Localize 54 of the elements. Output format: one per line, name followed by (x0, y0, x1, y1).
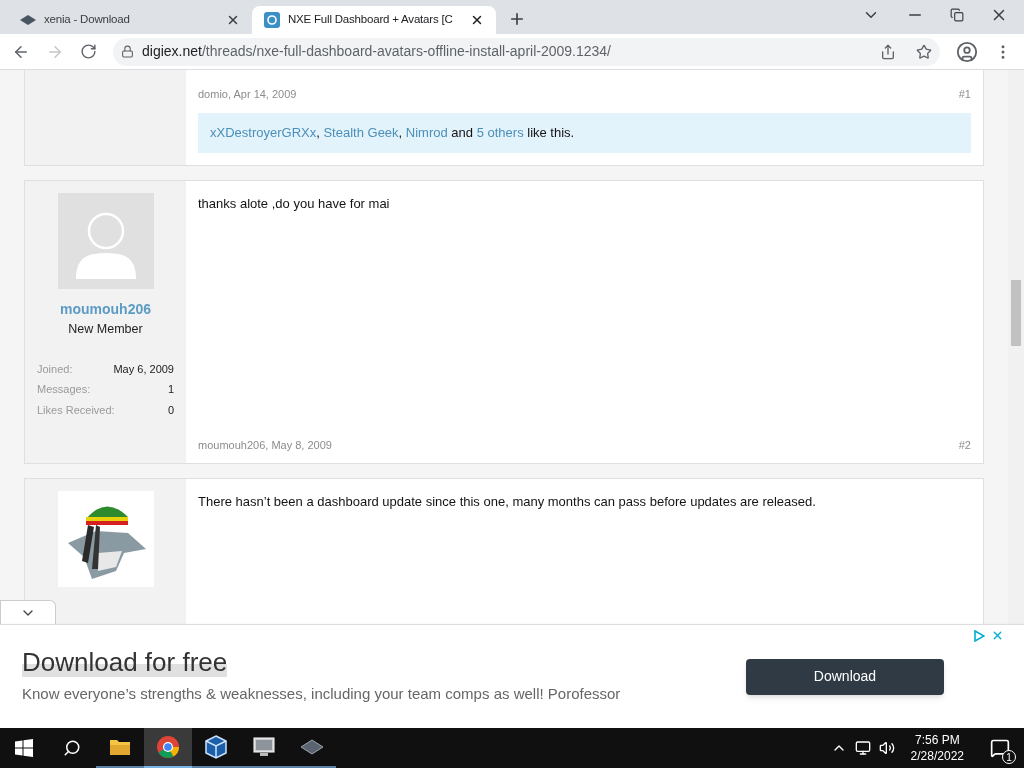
close-icon[interactable] (226, 13, 240, 27)
url-text: digiex.net/threads/nxe-full-dashboard-avatars-offline-install-april-2009.1234/ (142, 42, 612, 61)
new-tab-icon[interactable] (508, 10, 526, 28)
diamond-icon (300, 739, 324, 755)
default-avatar-icon (57, 193, 154, 289)
ad-text: Know everyone’s strengths & weaknesses, including your team comps as well! Porofessor (22, 684, 622, 705)
address-field[interactable]: digiex.net/threads/nxe-full-dashboard-avatars-offline-install-april-2009.1234/ (113, 37, 940, 66)
diamond-icon (20, 15, 36, 25)
share-icon[interactable] (880, 43, 896, 60)
network-icon[interactable] (854, 740, 871, 756)
reload-icon[interactable] (80, 43, 97, 60)
stat-label: Messages: (37, 382, 91, 398)
post-number[interactable]: #2 (958, 436, 971, 453)
likes-text: , (316, 123, 321, 142)
volume-icon[interactable] (878, 740, 895, 756)
post-message: thanks alote ,do you have for mai (198, 195, 391, 213)
browser-icon (156, 735, 180, 759)
likes-text: , (398, 123, 404, 142)
restore-icon[interactable] (950, 8, 964, 22)
tab-title: NXE Full Dashboard + Avatars [C (288, 12, 454, 28)
stat-value: 0 (167, 402, 174, 418)
notification-count: 1 (1002, 750, 1016, 764)
monitor-icon (252, 736, 276, 758)
download-button[interactable]: Download (746, 658, 944, 695)
user-link[interactable]: 5 others (476, 122, 524, 143)
likes-text: like this. (526, 123, 575, 142)
bookmark-icon[interactable] (916, 43, 932, 60)
stat-label: Likes Received: (37, 402, 115, 418)
post-byline: moumouh206, May 8, 2009 (198, 437, 332, 453)
ad-choices-icon[interactable] (973, 629, 985, 642)
profile-icon[interactable] (956, 40, 978, 63)
cube-icon (205, 735, 227, 759)
user-title: New Member (68, 321, 143, 338)
lock-icon (121, 45, 134, 58)
post-message: There hasn’t been a dashboard update since this one, many months can pass before updates are released. (198, 494, 816, 509)
search-icon[interactable] (63, 739, 81, 757)
stat-label: Joined: (37, 361, 73, 377)
user-link[interactable]: Stealth Geek (323, 122, 399, 143)
folder-icon (109, 738, 131, 756)
likes-text: and (450, 123, 475, 142)
tab-title: xenia - Download (44, 12, 131, 28)
browser-tab[interactable]: NXE Full Dashboard + Avatars [C (252, 6, 496, 34)
browser-tab[interactable]: xenia - Download (8, 6, 252, 34)
post-byline: domio, Apr 14, 2009 (198, 87, 297, 102)
stat-value: 1 (167, 382, 174, 398)
post-number[interactable]: #1 (958, 86, 971, 103)
start-icon[interactable] (15, 739, 33, 757)
stat-value: May 6, 2009 (113, 361, 174, 377)
user-link[interactable]: Nimrod (405, 122, 448, 143)
close-icon[interactable] (470, 13, 484, 27)
clock[interactable]: 7:56 PM 2/28/2022 (902, 732, 972, 764)
username-link[interactable]: moumouh206 (60, 299, 151, 320)
taskbar-button[interactable] (144, 728, 192, 768)
scrollbar-thumb[interactable] (1011, 280, 1021, 346)
